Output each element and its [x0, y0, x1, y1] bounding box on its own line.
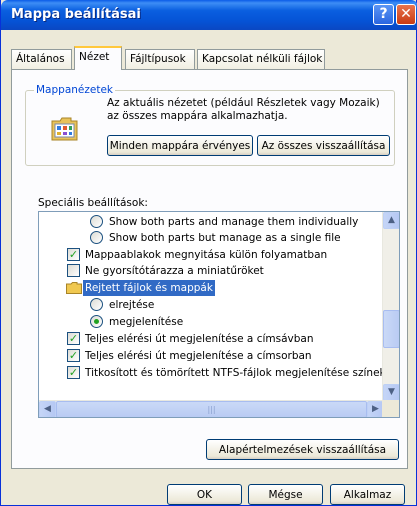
list-item[interactable]: elrejtése: [39, 297, 384, 313]
list-item-label: elrejtése: [109, 299, 155, 311]
scroll-up-icon[interactable]: ▲: [383, 212, 399, 229]
window-title: Mappa beállításai: [11, 7, 141, 22]
horizontal-scroll-thumb[interactable]: |||: [56, 401, 367, 417]
tab-view[interactable]: Nézet: [74, 46, 122, 70]
restore-defaults-button[interactable]: Alapértelmezések visszaállítása: [206, 439, 399, 460]
checkbox[interactable]: ✓: [67, 332, 80, 345]
help-button[interactable]: ?: [373, 4, 394, 25]
list-item-label: Teljes elérési út megjelenítése a címsor…: [85, 350, 312, 362]
cancel-button[interactable]: Mégse: [248, 484, 323, 505]
radio-button[interactable]: [90, 298, 103, 311]
dialog-window: Mappa beállításai ? ✕ Általános Nézet Fá…: [0, 0, 417, 506]
folder-views-icon: [51, 117, 78, 141]
list-item[interactable]: Show both parts but manage as a single f…: [39, 230, 384, 246]
radio-button[interactable]: [90, 315, 103, 328]
tab-general[interactable]: Általános: [11, 49, 72, 69]
folder-views-label: Mappanézetek: [34, 84, 116, 96]
list-item[interactable]: ✓ Mappaablakok megnyitása külön folyamat…: [39, 247, 384, 263]
radio-button[interactable]: [90, 215, 103, 228]
list-item[interactable]: Rejtett fájlok és mappák: [39, 280, 384, 296]
radio-button[interactable]: [90, 231, 103, 244]
title-bar[interactable]: Mappa beállításai ? ✕: [1, 0, 417, 30]
advanced-settings-label: Speciális beállítások:: [38, 197, 148, 209]
list-item[interactable]: Show both parts and manage them individu…: [39, 214, 384, 230]
apply-button[interactable]: Alkalmaz: [330, 484, 405, 505]
horizontal-scrollbar[interactable]: ◀ ||| ▶: [39, 400, 384, 417]
vertical-scroll-thumb[interactable]: [383, 310, 399, 348]
ok-button[interactable]: OK: [167, 484, 242, 505]
list-item-label: Show both parts but manage as a single f…: [109, 232, 341, 244]
list-item[interactable]: ✓ Teljes elérési út megjelenítése a címs…: [39, 331, 384, 347]
list-item-label: Teljes elérési út megjelenítése a címsáv…: [85, 333, 314, 345]
list-item-label: megjelenítése: [109, 316, 184, 328]
list-item-label: Mappaablakok megnyitása külön folyamatba…: [85, 249, 328, 261]
list-item[interactable]: megjelenítése: [39, 314, 384, 330]
checkbox[interactable]: [67, 264, 80, 277]
scrollbar-corner: [382, 400, 399, 417]
checkbox[interactable]: ✓: [67, 248, 80, 261]
scroll-left-icon[interactable]: ◀: [39, 401, 56, 417]
scroll-down-icon[interactable]: ▼: [383, 384, 399, 401]
tab-offline-files[interactable]: Kapcsolat nélküli fájlok: [197, 49, 325, 69]
reset-all-folders-button[interactable]: Az összes visszaállítása: [257, 135, 390, 156]
list-item[interactable]: ✓ Titkosított és tömörített NTFS-fájlok …: [39, 365, 384, 381]
list-item-label: Titkosított és tömörített NTFS-fájlok me…: [85, 367, 384, 379]
folder-views-description: Az aktuális nézetet (például Részletek v…: [107, 97, 380, 122]
tab-file-types[interactable]: Fájltípusok: [125, 49, 195, 69]
checkbox[interactable]: ✓: [67, 349, 80, 362]
list-item-label: Show both parts and manage them individu…: [109, 216, 359, 228]
vertical-scrollbar[interactable]: ▲ ▼: [382, 212, 399, 401]
list-item[interactable]: Ne gyorsítótárazza a miniatűröket: [39, 263, 384, 279]
close-button[interactable]: ✕: [396, 4, 416, 25]
checkbox[interactable]: ✓: [67, 366, 80, 379]
apply-to-all-folders-button[interactable]: Minden mappára érvényes: [107, 135, 253, 156]
list-item-label: Rejtett fájlok és mappák: [83, 280, 215, 296]
advanced-settings-list[interactable]: Show both parts and manage them individu…: [38, 211, 400, 418]
list-item[interactable]: ✓ Teljes elérési út megjelenítése a címs…: [39, 348, 384, 364]
list-item-label: Ne gyorsítótárazza a miniatűröket: [85, 265, 264, 277]
folder-icon: [66, 282, 82, 294]
